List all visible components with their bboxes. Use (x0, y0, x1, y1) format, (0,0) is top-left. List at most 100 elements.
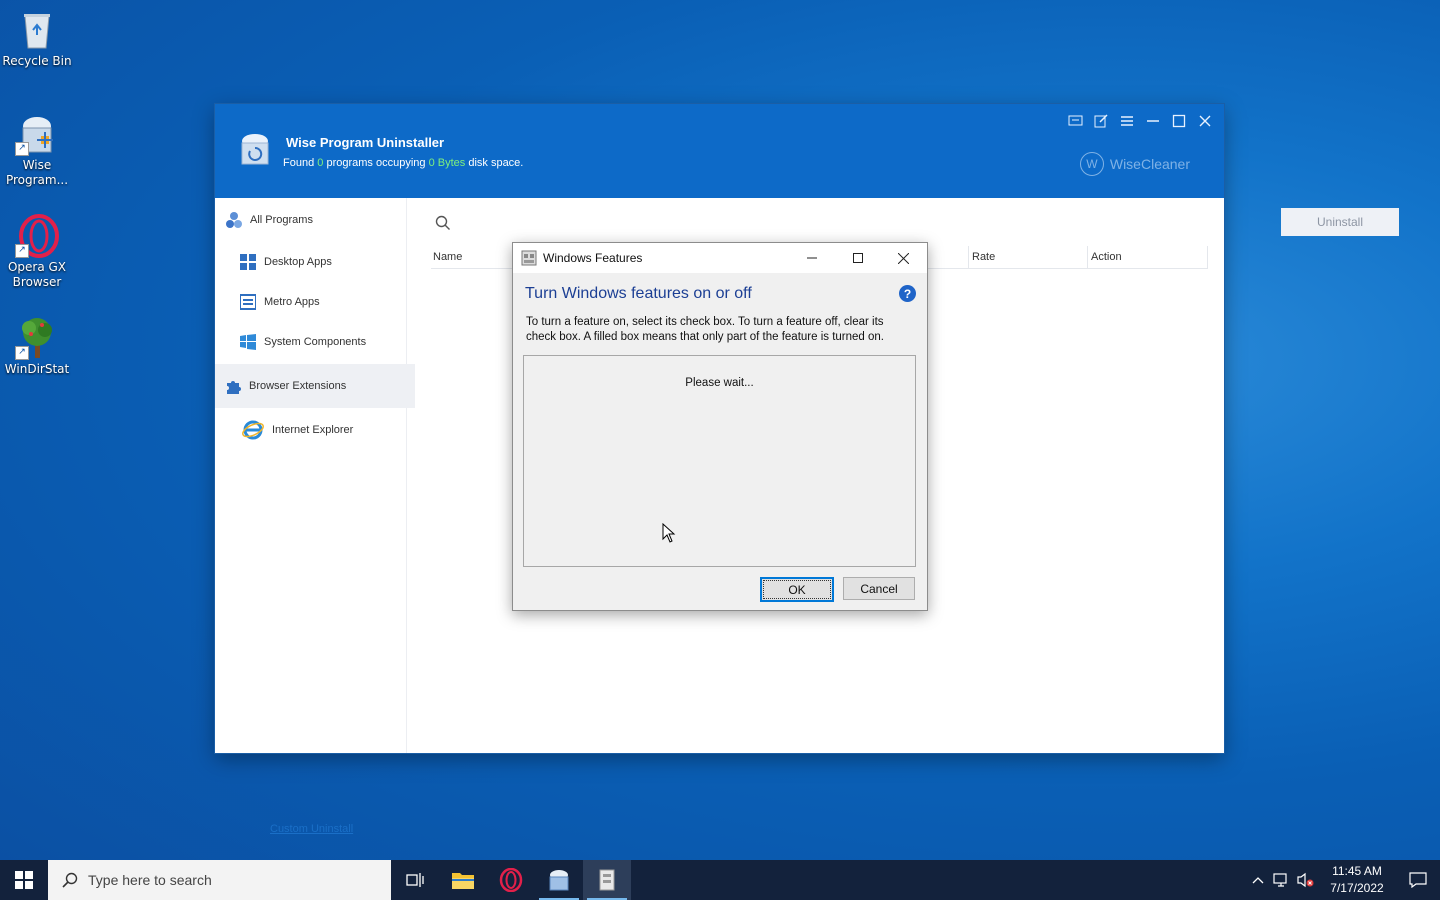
sidebar-item-browser-extensions[interactable]: Browser Extensions (215, 364, 415, 408)
column-divider (968, 246, 969, 268)
mouse-cursor-icon (662, 523, 676, 543)
internet-explorer-icon (241, 418, 265, 442)
clock-time: 11:45 AM (1332, 864, 1382, 878)
shortcut-arrow-icon: ↗ (15, 244, 29, 258)
network-icon[interactable] (1270, 860, 1294, 900)
metro-apps-icon (239, 293, 257, 311)
menu-icon[interactable] (1118, 112, 1136, 130)
dialog-title: Windows Features (543, 251, 643, 265)
app-title: Wise Program Uninstaller (286, 135, 445, 150)
search-icon (62, 872, 78, 888)
desktop-icon-label: Wise Program... (5, 158, 69, 187)
feedback-icon[interactable] (1066, 112, 1084, 130)
taskbar-search-placeholder: Type here to search (88, 872, 212, 888)
windows-features-icon (599, 869, 615, 891)
taskbar-windows-features[interactable] (583, 860, 631, 900)
opera-gx-icon: ↗ (15, 214, 59, 258)
ok-button[interactable]: OK (760, 577, 834, 602)
taskbar-file-explorer[interactable] (439, 860, 487, 900)
app-header: Wise Program Uninstaller Found 0 program… (215, 104, 1224, 198)
brand-label: WiseCleaner (1109, 156, 1190, 172)
column-divider (1087, 246, 1088, 268)
desktop-icon-label: WinDirStat (4, 362, 70, 376)
show-hidden-icons-chevron-icon[interactable] (1246, 860, 1270, 900)
edit-icon[interactable] (1092, 112, 1110, 130)
sidebar-item-desktop-apps[interactable]: Desktop Apps (215, 242, 430, 282)
desktop-icon-wise-program[interactable]: ↗ Wise Program... (0, 112, 74, 188)
dialog-titlebar[interactable]: Windows Features (513, 243, 927, 273)
search-box[interactable] (435, 212, 625, 234)
desktop-icon-label: Recycle Bin (2, 54, 72, 68)
system-tray: 11:45 AM 7/17/2022 (1246, 860, 1440, 900)
column-action[interactable]: Action (1091, 251, 1122, 263)
column-name[interactable]: Name (433, 251, 462, 263)
sidebar-item-all-programs[interactable]: All Programs (215, 200, 416, 240)
subtitle-prefix: Found (283, 157, 315, 169)
notification-icon (1409, 872, 1427, 888)
start-button[interactable] (0, 860, 48, 900)
puzzle-icon (224, 377, 242, 395)
help-icon[interactable]: ? (899, 285, 916, 302)
sidebar-item-label: Browser Extensions (249, 380, 347, 392)
column-rate[interactable]: Rate (972, 251, 995, 263)
dialog-description: To turn a feature on, select its check b… (526, 316, 884, 343)
dialog-minimize-icon[interactable] (789, 243, 835, 273)
sidebar-item-internet-explorer[interactable]: Internet Explorer (215, 408, 432, 452)
task-view-button[interactable] (391, 860, 439, 900)
windows-logo-icon (239, 333, 257, 351)
taskbar-clock[interactable]: 11:45 AM 7/17/2022 (1324, 863, 1390, 897)
app-subtitle: Found 0 programs occupying 0 Bytes disk … (283, 157, 523, 169)
taskbar-search-box[interactable]: Type here to search (48, 860, 391, 900)
taskbar: Type here to search 11:45 AM 7/17/2022 (0, 860, 1440, 900)
desktop-icon-label: Opera GX Browser (7, 260, 67, 289)
column-divider (1207, 246, 1208, 268)
wise-uninstaller-icon (549, 870, 569, 891)
desktop-icon-windirstat[interactable]: ↗ WinDirStat (0, 316, 74, 377)
minimize-icon[interactable] (1144, 112, 1162, 130)
sidebar-item-label: All Programs (250, 214, 313, 226)
dialog-close-icon[interactable] (880, 243, 926, 273)
features-tree[interactable]: Please wait... (523, 355, 916, 567)
search-icon (435, 215, 450, 230)
all-programs-icon (225, 211, 243, 229)
shortcut-arrow-icon: ↗ (15, 346, 29, 360)
sidebar-item-label: Desktop Apps (264, 256, 332, 268)
close-icon[interactable] (1196, 112, 1214, 130)
windirstat-tree-icon: ↗ (15, 316, 59, 360)
volume-muted-icon[interactable] (1294, 860, 1318, 900)
shortcut-arrow-icon: ↗ (15, 142, 29, 156)
desktop-icon-recycle-bin[interactable]: Recycle Bin (0, 8, 74, 69)
wisecleaner-logo-icon: W (1079, 152, 1104, 176)
custom-uninstall-link[interactable]: Custom Uninstall (270, 823, 353, 835)
task-view-icon (406, 873, 424, 887)
sidebar-item-label: Metro Apps (264, 296, 320, 308)
uninstall-button[interactable]: Uninstall (1281, 208, 1399, 236)
action-center-button[interactable] (1396, 860, 1440, 900)
window-controls (1066, 112, 1214, 130)
disk-space-value: 0 Bytes (428, 157, 466, 169)
program-count: 0 (317, 157, 324, 169)
wise-uninstaller-icon: ↗ (15, 112, 59, 156)
dialog-heading: Turn Windows features on or off (525, 285, 752, 302)
sidebar-item-label: System Components (264, 336, 367, 348)
loading-status: Please wait... (685, 377, 754, 389)
app-logo-icon (237, 132, 273, 166)
opera-gx-icon (499, 868, 523, 892)
maximize-icon[interactable] (1170, 112, 1188, 130)
taskbar-opera-gx[interactable] (487, 860, 535, 900)
sidebar: All Programs Desktop Apps Metro Apps Sys… (215, 198, 415, 835)
windows-start-icon (15, 871, 33, 889)
cancel-button[interactable]: Cancel (843, 577, 915, 600)
sidebar-item-system-components[interactable]: System Components (215, 322, 430, 362)
recycle-bin-icon (15, 8, 59, 52)
wisecleaner-brand[interactable]: W WiseCleaner (1079, 152, 1190, 176)
subtitle-middle: programs occupying (326, 157, 426, 169)
sidebar-item-label: Internet Explorer (272, 424, 354, 436)
sidebar-item-metro-apps[interactable]: Metro Apps (215, 282, 430, 322)
clock-date: 7/17/2022 (1330, 881, 1384, 895)
desktop-icon-opera-gx[interactable]: ↗ Opera GX Browser (0, 214, 74, 290)
taskbar-wise-uninstaller[interactable] (535, 860, 583, 900)
subtitle-suffix: disk space. (468, 157, 524, 169)
dialog-maximize-icon[interactable] (835, 243, 881, 273)
windows-features-icon (521, 250, 537, 266)
